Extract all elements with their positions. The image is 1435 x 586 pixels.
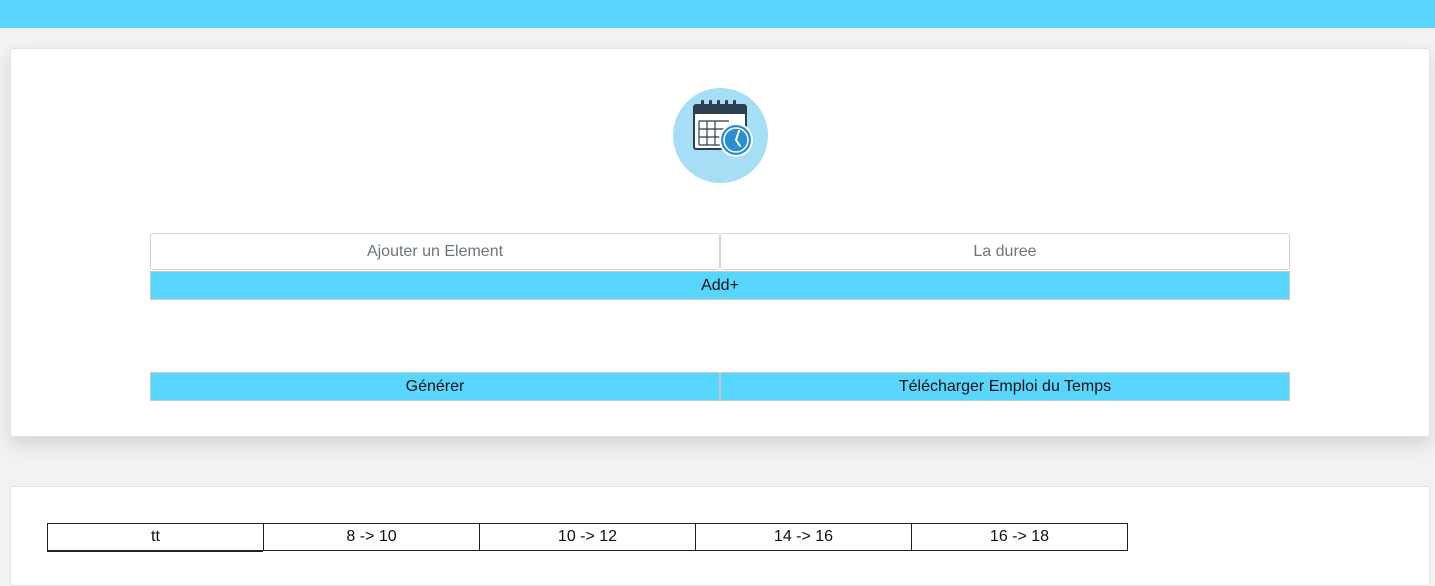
schedule-table: tt 8 -> 10 10 -> 12 14 -> 16 16 -> 18: [47, 523, 1128, 551]
telecharger-button[interactable]: Télécharger Emploi du Temps: [720, 372, 1290, 401]
top-bar: [0, 0, 1435, 28]
add-button[interactable]: Add+: [150, 271, 1290, 300]
schedule-header-cell: 14 -> 16: [695, 523, 912, 551]
table-row-divider: [47, 550, 263, 552]
generer-button[interactable]: Générer: [150, 372, 720, 401]
schedule-header-row: tt 8 -> 10 10 -> 12 14 -> 16 16 -> 18: [47, 523, 1128, 551]
element-input[interactable]: [150, 233, 720, 270]
calendar-clock-icon: [673, 88, 768, 183]
schedule-header-cell: 16 -> 18: [911, 523, 1128, 551]
schedule-header-cell: 8 -> 10: [263, 523, 480, 551]
schedule-card: tt 8 -> 10 10 -> 12 14 -> 16 16 -> 18: [10, 486, 1430, 586]
schedule-header-cell: tt: [47, 523, 264, 551]
schedule-header-cell: 10 -> 12: [479, 523, 696, 551]
form-card: Add+ Générer Télécharger Emploi du Temps: [10, 48, 1430, 437]
duree-input[interactable]: [720, 233, 1290, 270]
